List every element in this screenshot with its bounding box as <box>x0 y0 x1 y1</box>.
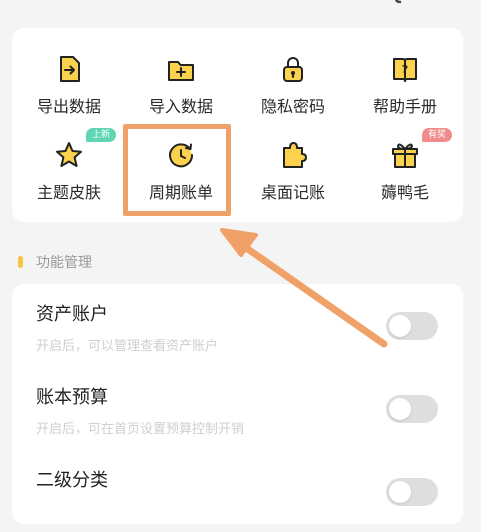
setting-subtitle: 开启后，可在首页设置预算控制开销 <box>36 422 245 437</box>
tile-desktop-bookkeeping-label: 桌面记账 <box>260 183 325 202</box>
prize-badge: 有奖 <box>422 128 453 142</box>
tile-import-data-label: 导入数据 <box>148 97 213 116</box>
tile-help-manual[interactable]: ? 帮助手册 <box>350 54 460 126</box>
settings-card: 资产账户 开启后，可以管理查看资产账户 账本预算 开启后，可在首页设置预算控制开… <box>12 284 463 524</box>
section-title: 功能管理 <box>36 255 92 271</box>
tile-duck-feathers[interactable]: 有奖 薅鸭毛 <box>350 128 460 212</box>
privacy-lock-icon <box>283 57 303 82</box>
tile-export-data[interactable]: 导出数据 <box>14 54 124 126</box>
setting-row-sub-category: 二级分类 <box>12 450 463 532</box>
tile-theme-skin[interactable]: 上新 主题皮肤 <box>14 128 124 212</box>
highlight-box <box>123 124 231 216</box>
sub-category-toggle[interactable] <box>386 478 438 506</box>
tile-desktop-bookkeeping[interactable]: 桌面记账 <box>238 140 348 212</box>
section-marker <box>18 256 23 268</box>
tile-duck-feathers-label: 薅鸭毛 <box>380 183 429 202</box>
toggle-knob <box>389 398 411 420</box>
ledger-budget-toggle[interactable] <box>386 395 438 423</box>
tools-grid-card: 导出数据 导入数据 隐私密码 ? 帮助手册 上新 主题皮肤 周期账单 桌面记账 … <box>12 28 463 222</box>
setting-subtitle: 开启后，可以管理查看资产账户 <box>36 339 219 354</box>
tile-theme-skin-label: 主题皮肤 <box>36 183 101 202</box>
svg-text:?: ? <box>402 63 408 76</box>
tile-import-data[interactable]: 导入数据 <box>126 54 236 126</box>
top-partial-icon <box>395 0 402 4</box>
new-badge: 上新 <box>86 128 117 142</box>
tile-help-manual-label: 帮助手册 <box>372 97 437 116</box>
asset-account-toggle[interactable] <box>386 312 438 340</box>
tile-privacy-password[interactable]: 隐私密码 <box>238 54 348 126</box>
desktop-widget-icon <box>283 142 307 168</box>
export-data-icon <box>60 56 80 82</box>
gift-icon <box>392 143 418 168</box>
setting-row-ledger-budget: 账本预算 开启后，可在首页设置预算控制开销 <box>12 367 463 449</box>
help-manual-icon: ? <box>393 58 417 82</box>
theme-star-icon <box>56 142 82 167</box>
toggle-knob <box>389 315 411 337</box>
setting-title: 账本预算 <box>36 387 108 408</box>
tile-export-data-label: 导出数据 <box>36 97 101 116</box>
toggle-knob <box>389 481 411 503</box>
setting-row-asset-account: 资产账户 开启后，可以管理查看资产账户 <box>12 284 463 366</box>
tile-privacy-password-label: 隐私密码 <box>260 97 325 116</box>
setting-title: 资产账户 <box>36 304 108 325</box>
import-data-icon <box>168 61 194 81</box>
setting-title: 二级分类 <box>36 470 108 491</box>
